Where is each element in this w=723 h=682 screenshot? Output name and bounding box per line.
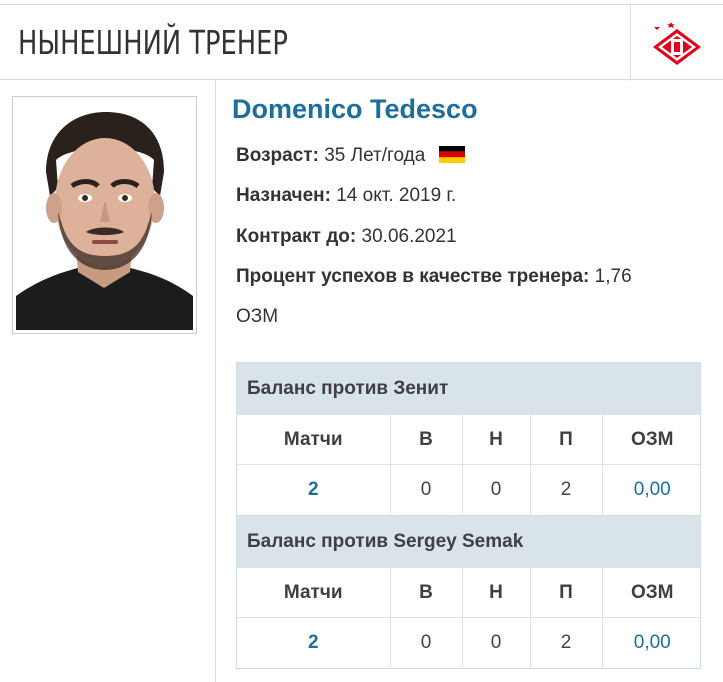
column-header-matches: Матчи	[237, 414, 391, 465]
ppm-value: 0,00	[601, 617, 702, 668]
losses-value: 2	[529, 617, 603, 668]
balance-table: Матчи В Н П ОЗМ 2 0 0 2 0,00	[237, 567, 702, 668]
spartak-club-logo-icon[interactable]	[650, 22, 704, 67]
balance-table: Матчи В Н П ОЗМ 2 0 0 2 0,00	[237, 414, 702, 515]
column-header-ppm: ОЗМ	[601, 414, 702, 465]
germany-flag-icon	[438, 146, 465, 163]
balance-vs-club: Баланс против Зенит Матчи В Н П ОЗМ 2 0 …	[236, 362, 702, 516]
column-divider	[215, 80, 216, 682]
ppm-value: 0,00	[601, 464, 702, 515]
column-header-losses: П	[529, 567, 603, 618]
age-value: 35 Лет/года	[324, 145, 426, 166]
appointed-value: 14 окт. 2019 г.	[336, 185, 457, 206]
matches-link[interactable]: 2	[237, 464, 391, 515]
age-label: Возраст:	[236, 145, 319, 166]
wins-value: 0	[389, 464, 463, 515]
losses-value: 2	[529, 464, 603, 515]
contract-line: Контракт до: 30.06.2021	[236, 226, 457, 248]
header-bar: НЫНЕШНИЙ ТРЕНЕР	[0, 4, 723, 81]
page-title: НЫНЕШНИЙ ТРЕНЕР	[18, 23, 288, 62]
column-header-ppm: ОЗМ	[601, 567, 702, 618]
contract-label: Контракт до:	[236, 226, 357, 247]
success-label: Процент успехов в качестве тренера:	[236, 266, 590, 287]
column-header-losses: П	[529, 414, 603, 465]
table-header-row: Матчи В Н П ОЗМ	[237, 414, 702, 465]
table-header-row: Матчи В Н П ОЗМ	[237, 567, 702, 618]
draws-value: 0	[461, 617, 531, 668]
coach-name-link[interactable]: Domenico Tedesco	[232, 94, 478, 125]
success-unit: ОЗМ	[236, 306, 279, 327]
balance-title: Баланс против Sergey Semak	[237, 516, 700, 567]
column-header-matches: Матчи	[237, 567, 391, 618]
coach-photo[interactable]	[12, 96, 197, 334]
matches-link[interactable]: 2	[237, 617, 391, 668]
balance-vs-coach: Баланс против Sergey Semak Матчи В Н П О…	[236, 515, 702, 669]
table-row: 2 0 0 2 0,00	[237, 617, 702, 668]
success-value: 1,76	[594, 266, 632, 287]
column-header-wins: В	[389, 567, 463, 618]
balance-title: Баланс против Зенит	[237, 363, 700, 414]
age-line: Возраст: 35 Лет/года	[236, 145, 465, 167]
wins-value: 0	[389, 617, 463, 668]
column-header-wins: В	[389, 414, 463, 465]
contract-value: 30.06.2021	[361, 226, 457, 247]
appointed-line: Назначен: 14 окт. 2019 г.	[236, 185, 456, 207]
draws-value: 0	[461, 464, 531, 515]
appointed-label: Назначен:	[236, 185, 331, 206]
header-divider	[630, 5, 631, 81]
column-header-draws: Н	[461, 414, 531, 465]
success-line: Процент успехов в качестве тренера: 1,76	[236, 266, 632, 288]
table-row: 2 0 0 2 0,00	[237, 464, 702, 515]
column-header-draws: Н	[461, 567, 531, 618]
